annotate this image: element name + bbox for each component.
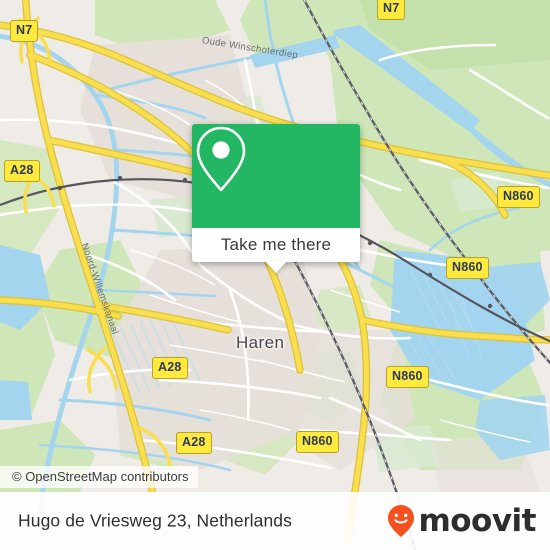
place-label-haren: Haren bbox=[236, 333, 285, 352]
moovit-map-screenshot: N7 N7 A28 A28 A28 N860 N860 N860 N860 Ha… bbox=[0, 0, 550, 550]
road-shield-n860-south[interactable]: N860 bbox=[296, 431, 339, 453]
map-pin-icon bbox=[196, 126, 246, 192]
road-shield-a28-south[interactable]: A28 bbox=[176, 432, 212, 454]
road-shield-n7-nw[interactable]: N7 bbox=[10, 20, 39, 42]
address-label: Hugo de Vriesweg 23, Netherlands bbox=[18, 510, 292, 531]
road-shield-n7-ne[interactable]: N7 bbox=[377, 0, 406, 20]
card-pin-area bbox=[192, 124, 360, 228]
take-me-there-label: Take me there bbox=[220, 235, 332, 254]
callout-tail bbox=[265, 261, 287, 273]
moovit-logo[interactable]: moovit bbox=[386, 504, 536, 538]
card-cta-area[interactable]: Take me there bbox=[192, 228, 360, 273]
destination-callout-card[interactable]: Take me there bbox=[192, 124, 360, 273]
road-shield-n860-ne[interactable]: N860 bbox=[497, 186, 540, 208]
map-canvas[interactable]: N7 N7 A28 A28 A28 N860 N860 N860 N860 Ha… bbox=[0, 0, 550, 550]
road-shield-n860-east[interactable]: N860 bbox=[446, 257, 489, 279]
moovit-pin-smiley-icon bbox=[388, 505, 415, 537]
road-shield-a28-west[interactable]: A28 bbox=[4, 160, 40, 182]
osm-attribution[interactable]: © OpenStreetMap contributors bbox=[0, 466, 198, 488]
road-shield-a28-mid[interactable]: A28 bbox=[152, 357, 188, 379]
moovit-wordmark: moovit bbox=[418, 502, 536, 539]
footer-bar: Hugo de Vriesweg 23, Netherlands moovit bbox=[0, 492, 550, 550]
road-shield-n860-mid[interactable]: N860 bbox=[386, 366, 429, 388]
